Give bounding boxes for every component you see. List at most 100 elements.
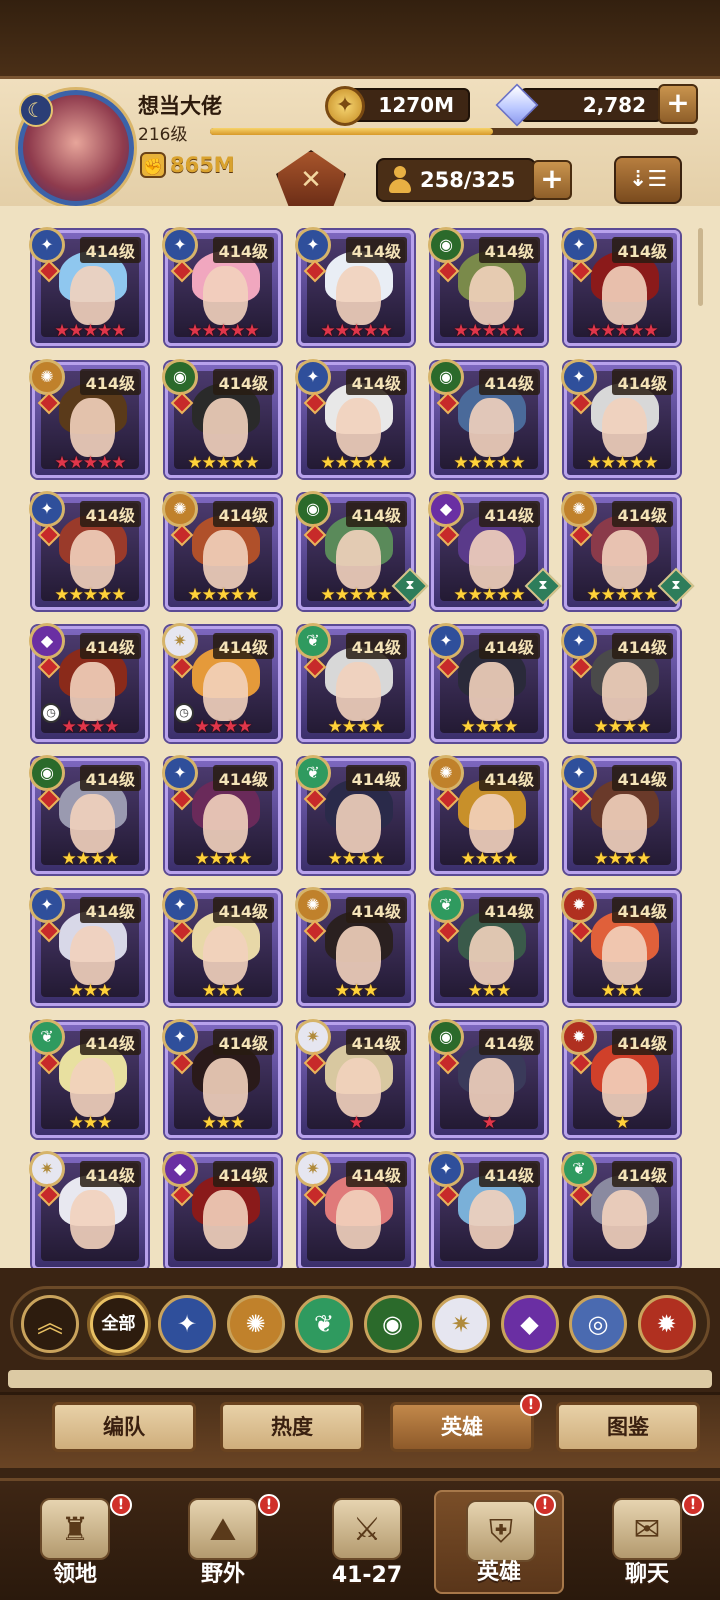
subtab-1[interactable]: 热度 (220, 1402, 364, 1452)
hero-card[interactable]: 414级 ◉ ★★★★★ ⧗ (295, 491, 429, 610)
hero-card[interactable]: 414级 ❦ ★★★★ (295, 755, 414, 874)
map-icon: ⛰ (188, 1498, 258, 1560)
hero-card[interactable]: 414级 ✦ ★★★★★ (295, 359, 414, 478)
hero-card[interactable]: 414级 ◆ ★★★★★ ⧗ (428, 491, 562, 610)
lightbearer-faction-icon: ✦ (162, 227, 198, 263)
hypogean-filter-icon[interactable]: ◆ (500, 1295, 559, 1353)
hero-card[interactable]: 414级 ❦ (561, 1151, 680, 1268)
hero-face (203, 1190, 249, 1250)
hero-face (70, 926, 116, 986)
clock-icon: ◷ (41, 703, 61, 723)
hero-face (70, 530, 116, 590)
hero-face (469, 662, 515, 722)
hero-card[interactable]: 414级 ✺ ★★★★★ (162, 491, 281, 610)
notification-badge: ! (534, 1494, 556, 1516)
lightbearer-faction-icon: ✦ (428, 1151, 464, 1187)
hero-card[interactable]: 414级 ✦ (428, 1151, 547, 1268)
hero-card[interactable]: 414级 ✷ ★ (295, 1019, 414, 1138)
add-hero-slots-button[interactable]: + (532, 160, 572, 200)
hero-card[interactable]: 414级 ✦ ★★★★ (162, 755, 281, 874)
hero-helmet-icon: ⛨ (466, 1500, 536, 1562)
mauler-filter-icon[interactable]: ✺ (226, 1295, 285, 1353)
hero-card[interactable]: 414级 ✦ ★★★★★ (561, 359, 680, 478)
hero-card[interactable]: 414级 ◆ ★★★★ ◷ (29, 623, 148, 742)
hero-level: 414级 (345, 237, 407, 263)
subtab-3[interactable]: 图鉴 (556, 1402, 700, 1452)
sort-button[interactable]: ⇣☰ (614, 156, 682, 204)
hero-face (602, 530, 648, 590)
hero-card[interactable]: 414级 ✷ ★★★★ ◷ (162, 623, 281, 742)
hero-level: 414级 (478, 369, 540, 395)
dimensional-alt-filter-icon[interactable]: ✹ (637, 1295, 696, 1353)
hero-level: 414级 (212, 369, 274, 395)
hero-card[interactable]: 414级 ✺ ★★★★ (428, 755, 547, 874)
wilder-faction-icon: ❦ (428, 887, 464, 923)
hero-card[interactable]: 414级 ✦ ★★★ (29, 887, 148, 1006)
hero-card[interactable]: 414级 ◉ ★★★★ (29, 755, 148, 874)
hero-stars: ★ (614, 1113, 630, 1133)
collapse-up-filter-icon[interactable]: ︽ (21, 1295, 79, 1353)
hero-face (602, 926, 648, 986)
hero-stars: ★★★ (201, 1113, 246, 1133)
hero-level: 414级 (478, 501, 540, 527)
nav-crossed-swords[interactable]: ⚔ 41-27 (302, 1490, 432, 1594)
hero-grid[interactable]: 414级 ✦ ★★★★★ 414级 ✦ ★★★★★ 414级 ✦ ★★★★★ 414级 ◉ ★★★★★… (0, 206, 720, 1268)
subtab-2[interactable]: 英雄 (390, 1402, 534, 1452)
crossed-swords-icon: ⚔ (332, 1498, 402, 1560)
subtab-0[interactable]: 编队 (52, 1402, 196, 1452)
fist-icon: ✊ (140, 152, 166, 178)
filter-all-button[interactable]: 全部 (89, 1295, 148, 1353)
lightbearer-faction-icon: ✦ (162, 755, 198, 791)
mauler-faction-icon: ✺ (29, 359, 65, 395)
hero-card[interactable]: 414级 ✺ ★★★★★ (29, 359, 148, 478)
graveborn-faction-icon: ◉ (428, 359, 464, 395)
hero-card[interactable]: 414级 ✦ ★★★★★ (29, 227, 148, 346)
player-avatar[interactable]: ☾ (18, 90, 134, 206)
hero-face (70, 398, 116, 458)
hero-stars: ★★★★ (194, 849, 253, 869)
graveborn-filter-icon[interactable]: ◉ (363, 1295, 422, 1353)
hero-face (336, 1058, 382, 1118)
hero-level: 414级 (212, 1161, 274, 1187)
hero-card[interactable]: 414级 ❦ ★★★ (29, 1019, 148, 1138)
hero-card[interactable]: 414级 ✦ ★★★★★ (162, 227, 281, 346)
hero-card[interactable]: 414级 ✦ ★★★★ (428, 623, 547, 742)
hero-stars: ★★★★★ (54, 585, 126, 605)
lightbearer-filter-icon[interactable]: ✦ (158, 1295, 216, 1353)
hero-card[interactable]: 414级 ❦ ★★★ (428, 887, 547, 1006)
hero-card[interactable]: 414级 ✦ ★★★ (162, 887, 281, 1006)
hero-card[interactable]: 414级 ✺ ★★★ (295, 887, 414, 1006)
hero-card[interactable]: 414级 ◉ ★ (428, 1019, 547, 1138)
dimensional-filter-icon[interactable]: ◎ (569, 1295, 627, 1353)
dimensional-faction-icon: ✹ (561, 1019, 597, 1055)
hero-card[interactable]: 414级 ◉ ★★★★★ (428, 359, 547, 478)
celestial-faction-icon: ✷ (29, 1151, 65, 1187)
hero-card[interactable]: 414级 ✷ (29, 1151, 148, 1268)
hero-card[interactable]: 414级 ✺ ★★★★★ ⧗ (561, 491, 695, 610)
mauler-faction-icon: ✺ (162, 491, 198, 527)
hero-card[interactable]: 414级 ✦ ★★★★★ (29, 491, 148, 610)
hero-card[interactable]: 414级 ✦ ★★★★★ (295, 227, 414, 346)
hero-card[interactable]: 414级 ✦ ★★★ (162, 1019, 281, 1138)
hero-card[interactable]: 414级 ✷ (295, 1151, 414, 1268)
add-diamonds-button[interactable]: + (658, 84, 698, 124)
hero-card[interactable]: 414级 ◉ ★★★★★ (162, 359, 281, 478)
hero-card[interactable]: 414级 ✦ ★★★★ (561, 623, 680, 742)
hero-card[interactable]: 414级 ✦ ★★★★★ (561, 227, 680, 346)
hero-card[interactable]: 414级 ✹ ★ (561, 1019, 680, 1138)
hero-card[interactable]: 414级 ✹ ★★★ (561, 887, 680, 1006)
hero-stars: ★★★★★ (187, 321, 259, 341)
hero-card[interactable]: 414级 ◆ (162, 1151, 281, 1268)
hero-level: 414级 (79, 897, 141, 923)
wilder-filter-icon[interactable]: ❦ (295, 1295, 353, 1353)
hero-card[interactable]: 414级 ❦ ★★★★ (295, 623, 414, 742)
hero-card[interactable]: 414级 ◉ ★★★★★ (428, 227, 547, 346)
hero-face (469, 1058, 515, 1118)
person-icon (388, 166, 412, 194)
scrollbar[interactable] (698, 228, 703, 306)
hero-level: 414级 (212, 765, 274, 791)
hero-stars: ★★★★ (460, 717, 519, 737)
hero-card[interactable]: 414级 ✦ ★★★★ (561, 755, 680, 874)
hero-level: 414级 (611, 633, 673, 659)
celestial-filter-icon[interactable]: ✷ (432, 1295, 490, 1353)
